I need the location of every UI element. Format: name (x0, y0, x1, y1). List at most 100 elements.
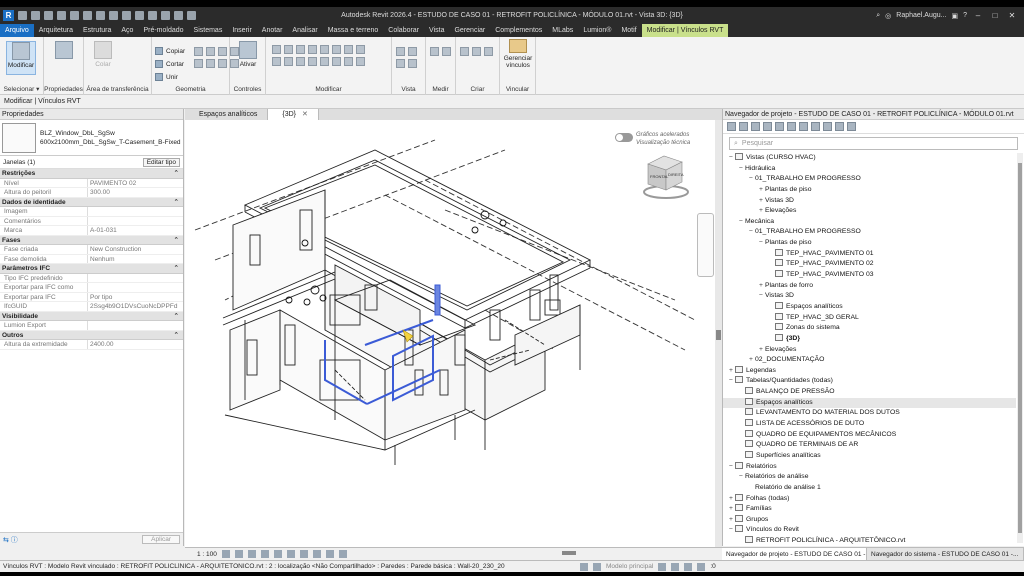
browser-node[interactable]: TEP_HVAC_PAVIMENTO 01 (723, 248, 1016, 260)
collapse-icon[interactable]: − (727, 462, 735, 473)
viewport-scrollbar-thumb[interactable] (716, 330, 721, 340)
browser-node[interactable]: −01_TRABALHO EM PROGRESSO (723, 227, 1016, 238)
section-icon[interactable] (148, 11, 157, 20)
browser-node[interactable]: − Vistas 3D (723, 291, 1016, 302)
browser-node[interactable]: + Elevações (723, 206, 1016, 217)
maximize-button[interactable]: □ (989, 11, 1001, 20)
revit-logo[interactable]: R (3, 10, 14, 21)
create-parts-icon[interactable] (484, 47, 493, 56)
property-value[interactable] (88, 283, 183, 292)
print-icon[interactable] (83, 11, 92, 20)
property-value[interactable]: 2Ssg4b9O1DVsCuoNcDPPFd (88, 302, 183, 311)
tag-icon[interactable] (109, 11, 118, 20)
browser-tool-icon[interactable] (763, 122, 772, 131)
tab-ribbon[interactable]: Motif (616, 24, 641, 37)
unpin-icon[interactable] (320, 57, 329, 66)
browser-node[interactable]: − Mecânica (723, 217, 1016, 228)
collapse-icon[interactable]: ⌃ (174, 331, 179, 341)
rotate-icon[interactable] (344, 45, 353, 54)
create-similar-icon[interactable] (472, 47, 481, 56)
cube-right-face[interactable]: DIREITA (668, 172, 684, 177)
tab-ribbon[interactable]: Aço (116, 24, 138, 37)
open-icon[interactable] (18, 11, 27, 20)
browser-node[interactable]: BALANÇO DE PRESSÃO (723, 387, 1016, 398)
expand-icon[interactable]: + (727, 366, 735, 377)
offset-icon[interactable] (284, 45, 293, 54)
cube-front-face[interactable]: FRONTAL (650, 174, 669, 179)
expand-icon[interactable]: + (727, 494, 735, 505)
property-value[interactable]: 300.00 (88, 188, 183, 197)
switch-windows-icon[interactable] (187, 11, 196, 20)
browser-node[interactable]: Espaços analíticos (723, 301, 1016, 313)
browser-node[interactable]: − Plantas de piso (723, 238, 1016, 249)
browser-tool-icon[interactable] (751, 122, 760, 131)
viewcube[interactable]: FRONTAL DIREITA (640, 148, 692, 200)
binoculars-icon[interactable]: ◎ (885, 12, 891, 20)
tab-ribbon[interactable]: Pré-moldado (138, 24, 188, 37)
viewport-hscrollbar-thumb[interactable] (562, 551, 576, 555)
collapse-icon[interactable]: ⌃ (174, 169, 179, 179)
expand-icon[interactable]: + (747, 355, 755, 366)
redo-icon[interactable] (70, 11, 79, 20)
visual-style-icon[interactable] (234, 550, 243, 558)
filter-icon[interactable] (697, 562, 706, 571)
properties-section[interactable]: Parâmetros IFC ⌃ (0, 264, 183, 274)
browser-node[interactable]: + Elevações (723, 345, 1016, 356)
tab-ribbon[interactable]: Lumion® (578, 24, 616, 37)
paint-view-icon[interactable] (408, 59, 417, 68)
3d-view-icon[interactable] (135, 11, 144, 20)
override-icon[interactable] (408, 47, 417, 56)
save-icon[interactable] (31, 11, 40, 20)
tab-analytical-spaces[interactable]: Espaços analíticos (185, 109, 269, 120)
expand-icon[interactable]: + (757, 281, 765, 292)
mirror-draw-icon[interactable] (308, 45, 317, 54)
property-value[interactable] (88, 207, 183, 216)
property-value[interactable] (88, 274, 183, 283)
measure-line-icon[interactable] (430, 47, 439, 56)
close-tab-icon[interactable]: ✕ (302, 111, 308, 118)
reveal-hidden-icon[interactable] (338, 550, 347, 558)
edit-type-button[interactable]: Editar tipo (142, 157, 180, 167)
worksets-icon[interactable] (580, 562, 588, 571)
pin-icon[interactable] (308, 57, 317, 66)
move-icon[interactable] (320, 45, 329, 54)
browser-node[interactable]: + Grupos (723, 514, 1016, 526)
mirror-axis-icon[interactable] (296, 45, 305, 54)
split-icon[interactable] (272, 57, 281, 66)
active-model[interactable]: Modelo principal (606, 563, 653, 570)
browser-node[interactable]: + Famílias (723, 504, 1016, 515)
tab-ribbon[interactable]: Sistemas (189, 24, 228, 37)
cut-button[interactable]: Cortar (155, 60, 184, 68)
browser-tool-icon[interactable] (739, 122, 748, 131)
property-value[interactable]: New Construction (88, 245, 183, 254)
property-value[interactable]: PAVIMENTO 02 (88, 179, 183, 188)
tab-ribbon[interactable]: Massa e terreno (323, 24, 384, 37)
expand-icon[interactable]: + (757, 185, 765, 196)
tab-system-browser[interactable]: Navegador do sistema - ESTUDO DE CASO 01… (867, 548, 1024, 560)
tab-ribbon[interactable]: Vista (424, 24, 449, 37)
browser-node[interactable]: − Hidráulica (723, 164, 1016, 175)
collapse-icon[interactable]: − (727, 376, 735, 387)
tab-ribbon[interactable]: Gerenciar (449, 24, 490, 37)
properties-section[interactable]: Outros ⌃ (0, 330, 183, 341)
copy-button[interactable]: Copiar (155, 47, 185, 55)
collapse-icon[interactable]: ⌃ (174, 264, 179, 274)
user-name[interactable]: Raphael.Augu... (896, 12, 946, 19)
properties-section[interactable]: Visibilidade ⌃ (0, 311, 183, 321)
collapse-icon[interactable]: − (727, 153, 735, 164)
manage-links-button[interactable]: Gerenciar vínculos (503, 39, 533, 69)
instance-filter[interactable]: Janelas (1) (3, 159, 35, 166)
viewport-scrollbar[interactable] (715, 120, 722, 547)
browser-node[interactable]: − Tabelas/Quantidades (todas) (723, 376, 1016, 387)
properties-help-link[interactable]: ⇆ ⓘ (3, 535, 18, 545)
browser-node[interactable]: + Vistas 3D (723, 196, 1016, 207)
browser-node[interactable]: + Folhas (todas) (723, 493, 1016, 505)
hide-icon[interactable] (396, 47, 405, 56)
modify-button[interactable]: Modificar (6, 41, 36, 75)
collapse-icon[interactable]: − (757, 238, 765, 249)
collapse-icon[interactable]: − (747, 174, 755, 185)
expand-icon[interactable]: + (727, 504, 735, 515)
browser-tool-icon[interactable] (811, 122, 820, 131)
browser-node[interactable]: − Vistas (CURSO HVAC) (723, 153, 1016, 164)
delete-icon[interactable] (332, 57, 341, 66)
